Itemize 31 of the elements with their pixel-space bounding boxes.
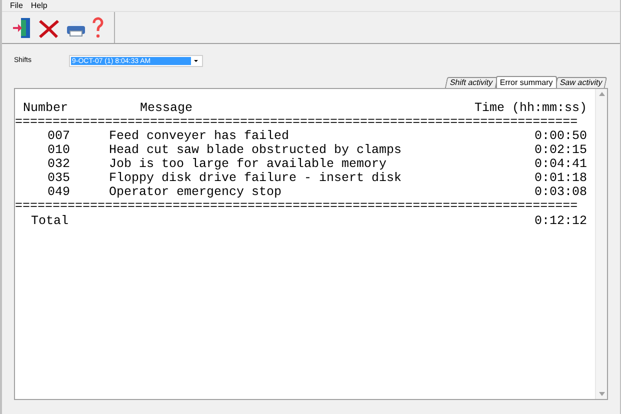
- error-number: 032: [46, 157, 70, 171]
- total-label: Total: [31, 214, 69, 228]
- delete-icon[interactable]: [38, 18, 60, 38]
- error-number: 035: [46, 171, 70, 185]
- help-icon[interactable]: [92, 16, 104, 38]
- error-message: Head cut saw blade obstructed by clamps: [109, 143, 402, 157]
- error-message: Feed conveyer has failed: [109, 129, 290, 143]
- error-number: 010: [46, 143, 70, 157]
- tab[interactable]: Saw activity: [554, 77, 608, 88]
- error-time: 0:04:41: [534, 157, 588, 171]
- printer-icon[interactable]: [66, 18, 86, 36]
- total-time: 0:12:12: [534, 214, 588, 228]
- error-message: Floppy disk drive failure - insert disk: [109, 171, 402, 185]
- error-number: 049: [46, 185, 70, 199]
- error-message: Operator emergency stop: [109, 185, 282, 199]
- exit-door-icon[interactable]: [12, 16, 32, 38]
- separator-line: ===========================================================================: [15, 115, 578, 129]
- tab[interactable]: Shift activity: [445, 77, 498, 88]
- menu-item[interactable]: File: [10, 0, 23, 12]
- separator-line: ===========================================================================: [15, 199, 578, 213]
- error-time: 0:00:50: [534, 129, 588, 143]
- column-header: Message: [140, 101, 193, 115]
- menu-item[interactable]: Help: [30, 0, 48, 12]
- error-message: Job is too large for available memory: [109, 157, 387, 171]
- error-time: 0:01:18: [534, 171, 588, 185]
- column-header: Time (hh:mm:ss): [474, 101, 588, 115]
- column-header: Number: [23, 101, 70, 115]
- error-time: 0:03:08: [534, 185, 588, 199]
- error-time: 0:02:15: [534, 143, 588, 157]
- tab[interactable]: Error summary: [496, 76, 557, 88]
- error-number: 007: [46, 129, 70, 143]
